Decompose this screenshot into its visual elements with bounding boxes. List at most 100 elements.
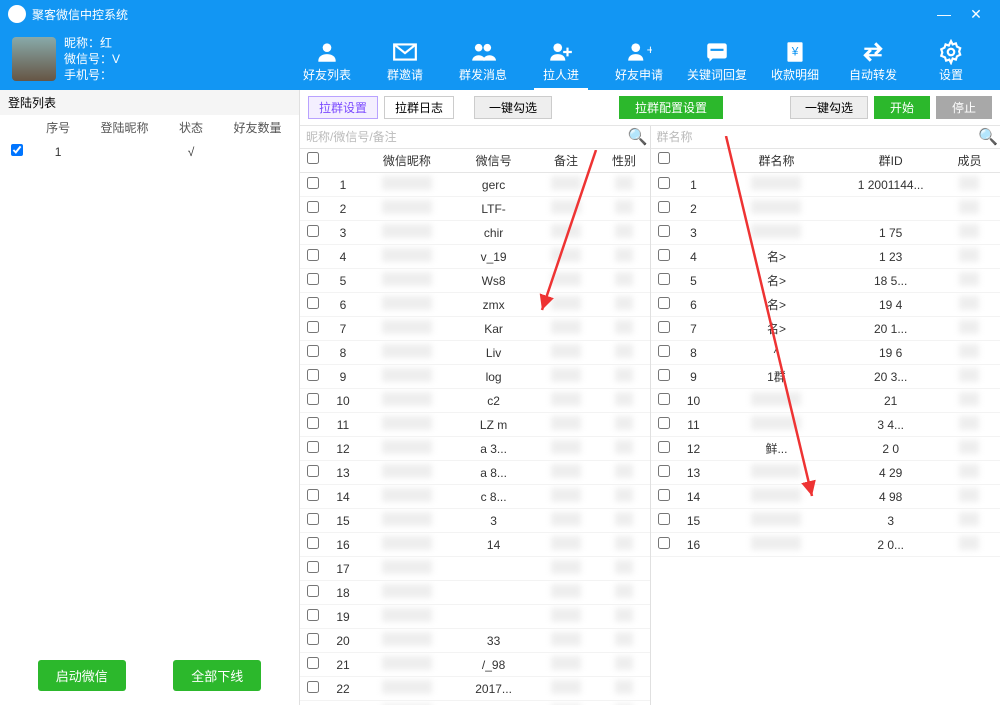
friend-check[interactable] <box>307 537 319 549</box>
friend-check[interactable] <box>307 513 319 525</box>
friend-check[interactable] <box>307 609 319 621</box>
friend-row[interactable]: 6zmx <box>300 293 650 317</box>
friend-row[interactable]: 2LTF- <box>300 197 650 221</box>
friend-row[interactable]: 15 3 <box>300 509 650 533</box>
group-check[interactable] <box>658 345 670 357</box>
group-check[interactable] <box>658 441 670 453</box>
group-check[interactable] <box>658 465 670 477</box>
friend-row[interactable]: 2033 <box>300 629 650 653</box>
friend-row[interactable]: 23gxxny <box>300 701 650 705</box>
group-row[interactable]: 31 75 <box>651 221 1000 245</box>
friend-row[interactable]: 12a 3... <box>300 437 650 461</box>
friend-row[interactable]: 11LZ m <box>300 413 650 437</box>
group-row[interactable]: 144 98 <box>651 485 1000 509</box>
search-icon[interactable]: 🔍 <box>626 127 650 147</box>
friend-row[interactable]: 14c 8... <box>300 485 650 509</box>
group-row[interactable]: 4名>1 23 <box>651 245 1000 269</box>
friend-check[interactable] <box>307 297 319 309</box>
group-check[interactable] <box>658 321 670 333</box>
friend-row[interactable]: 4v_19 <box>300 245 650 269</box>
friend-check[interactable] <box>307 369 319 381</box>
group-row[interactable]: 12鲜...2 0 <box>651 437 1000 461</box>
friend-check[interactable] <box>307 633 319 645</box>
tab-group-log[interactable]: 拉群日志 <box>384 96 454 119</box>
group-row[interactable]: 113 4... <box>651 413 1000 437</box>
friend-row[interactable]: 3chir <box>300 221 650 245</box>
friend-check[interactable] <box>307 585 319 597</box>
friend-check[interactable] <box>307 417 319 429</box>
group-row[interactable]: 162 0... <box>651 533 1000 557</box>
group-check[interactable] <box>658 177 670 189</box>
group-check[interactable] <box>658 225 670 237</box>
nav-apply[interactable]: +好友申请 <box>600 36 678 83</box>
nav-friends[interactable]: 好友列表 <box>288 36 366 83</box>
friend-row[interactable]: 8Liv <box>300 341 650 365</box>
friend-check[interactable] <box>307 657 319 669</box>
all-offline-button[interactable]: 全部下线 <box>173 660 261 691</box>
nav-pull[interactable]: 拉人进 <box>522 36 600 83</box>
group-check[interactable] <box>658 369 670 381</box>
minimize-button[interactable]: — <box>928 6 960 22</box>
group-row[interactable]: 5名>18 5... <box>651 269 1000 293</box>
group-row[interactable]: 91群20 3... <box>651 365 1000 389</box>
friend-check[interactable] <box>307 393 319 405</box>
friend-row[interactable]: 222017... <box>300 677 650 701</box>
nav-forward[interactable]: 自动转发 <box>834 36 912 83</box>
friend-row[interactable]: 21/_98 <box>300 653 650 677</box>
friend-row[interactable]: 19 <box>300 605 650 629</box>
friend-row[interactable]: 18 <box>300 581 650 605</box>
friend-check[interactable] <box>307 465 319 477</box>
friend-check[interactable] <box>307 225 319 237</box>
friend-check[interactable] <box>307 489 319 501</box>
friend-row[interactable]: 7Kar <box>300 317 650 341</box>
friend-row[interactable]: 1gerc <box>300 173 650 197</box>
nav-receipt[interactable]: ¥收款明细 <box>756 36 834 83</box>
friends-search-input[interactable] <box>300 126 626 148</box>
start-button[interactable]: 开始 <box>874 96 930 119</box>
check-all-button-2[interactable]: 一键勾选 <box>790 96 868 119</box>
group-row[interactable]: 2 <box>651 197 1000 221</box>
friend-check[interactable] <box>307 249 319 261</box>
group-check[interactable] <box>658 513 670 525</box>
login-row[interactable]: 1√ <box>0 140 299 163</box>
group-check[interactable] <box>658 393 670 405</box>
group-row[interactable]: 1021 <box>651 389 1000 413</box>
login-check[interactable] <box>11 144 23 156</box>
nav-invite[interactable]: 群邀请 <box>366 36 444 83</box>
friend-check[interactable] <box>307 177 319 189</box>
groups-select-all[interactable] <box>658 152 670 164</box>
group-row[interactable]: 7名>20 1... <box>651 317 1000 341</box>
group-row[interactable]: 6名>19 4 <box>651 293 1000 317</box>
friend-check[interactable] <box>307 681 319 693</box>
group-row[interactable]: 134 29 <box>651 461 1000 485</box>
group-check[interactable] <box>658 417 670 429</box>
friend-row[interactable]: 5Ws8 <box>300 269 650 293</box>
friend-check[interactable] <box>307 201 319 213</box>
group-check[interactable] <box>658 201 670 213</box>
group-check[interactable] <box>658 273 670 285</box>
tab-group-settings[interactable]: 拉群设置 <box>308 96 378 119</box>
nav-settings[interactable]: 设置 <box>912 36 990 83</box>
friends-select-all[interactable] <box>307 152 319 164</box>
friend-row[interactable]: 9log <box>300 365 650 389</box>
friend-check[interactable] <box>307 321 319 333</box>
group-check[interactable] <box>658 537 670 549</box>
friend-check[interactable] <box>307 441 319 453</box>
check-all-button[interactable]: 一键勾选 <box>474 96 552 119</box>
friend-check[interactable] <box>307 273 319 285</box>
group-check[interactable] <box>658 297 670 309</box>
nav-keyword[interactable]: 关键词回复 <box>678 36 756 83</box>
friend-row[interactable]: 13a 8... <box>300 461 650 485</box>
nav-mass[interactable]: 群发消息 <box>444 36 522 83</box>
friend-row[interactable]: 10c2 <box>300 389 650 413</box>
group-check[interactable] <box>658 489 670 501</box>
group-row[interactable]: 8^19 6 <box>651 341 1000 365</box>
group-check[interactable] <box>658 249 670 261</box>
friend-row[interactable]: 17 <box>300 557 650 581</box>
friend-row[interactable]: 16 14 <box>300 533 650 557</box>
close-button[interactable]: ✕ <box>960 6 992 23</box>
stop-button[interactable]: 停止 <box>936 96 992 119</box>
start-wechat-button[interactable]: 启动微信 <box>38 660 126 691</box>
search-icon[interactable]: 🔍 <box>976 127 1000 147</box>
group-row[interactable]: 153 <box>651 509 1000 533</box>
